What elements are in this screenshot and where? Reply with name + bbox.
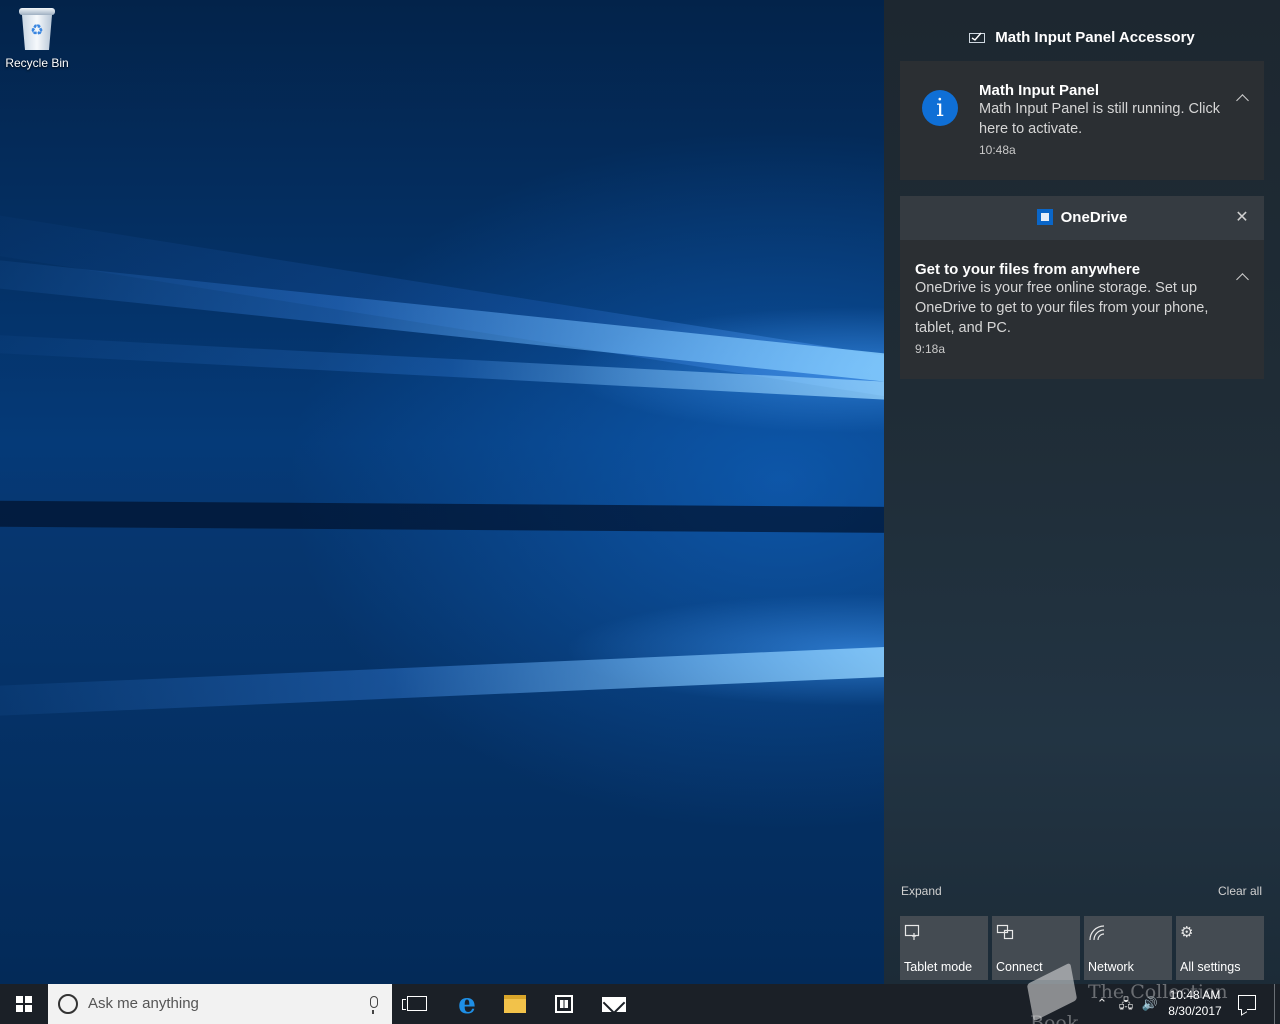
folder-icon [504, 995, 526, 1013]
collapse-chevron-icon[interactable] [1236, 270, 1250, 284]
store-button[interactable] [540, 984, 588, 1024]
watermark: The Collection Book [1026, 962, 1280, 1024]
recycle-bin-icon: ♻ [17, 6, 57, 52]
notification-group-title: Math Input Panel Accessory [884, 29, 1280, 46]
expand-button[interactable]: Expand [901, 884, 942, 898]
wallpaper-beam [0, 642, 1000, 720]
notification-group-header-onedrive: OneDrive ✕ [900, 196, 1264, 240]
recycle-bin-desktop-icon[interactable]: ♻ Recycle Bin [4, 6, 70, 70]
task-view-icon [402, 996, 427, 1011]
start-button[interactable] [0, 984, 48, 1024]
info-icon: i [922, 90, 958, 126]
file-explorer-button[interactable] [491, 984, 539, 1024]
search-placeholder: Ask me anything [88, 995, 199, 1012]
mail-icon [602, 997, 626, 1012]
network-button[interactable]: Network [1084, 916, 1172, 980]
tablet-mode-icon [904, 924, 920, 940]
search-box[interactable]: Ask me anything [48, 984, 392, 1024]
close-icon[interactable]: ✕ [1232, 196, 1252, 240]
quick-action-label: Tablet mode [904, 960, 973, 974]
desktop-icon-label: Recycle Bin [5, 56, 69, 70]
notification-body: OneDrive is your free online storage. Se… [915, 280, 1209, 336]
notification-onedrive[interactable]: Get to your files from anywhere OneDrive… [900, 240, 1264, 379]
notification-title: Get to your files from anywhere [915, 261, 1141, 278]
clear-all-button[interactable]: Clear all [1218, 884, 1262, 898]
edge-icon: e [458, 987, 476, 1020]
notification-time: 9:18a [915, 342, 946, 356]
math-input-panel-icon [969, 32, 986, 43]
edge-button[interactable]: e [443, 984, 491, 1024]
connect-icon [996, 924, 1014, 940]
wallpaper-beam [0, 500, 1001, 534]
notification-title: Math Input Panel [979, 82, 1099, 99]
notification-time: 10:48a [979, 143, 1016, 157]
microphone-icon[interactable] [370, 996, 378, 1014]
network-icon [1089, 925, 1105, 941]
collapse-chevron-icon[interactable] [1236, 91, 1250, 105]
action-center: Math Input Panel Accessory i Math Input … [884, 0, 1280, 984]
tablet-mode-button[interactable]: Tablet mode [900, 916, 988, 980]
onedrive-icon [1036, 209, 1053, 225]
notification-math-input-panel[interactable]: i Math Input Panel Math Input Panel is s… [900, 61, 1264, 180]
windows-logo-icon [16, 996, 32, 1012]
cortana-icon [58, 994, 78, 1014]
mail-button[interactable] [590, 984, 638, 1024]
task-view-button[interactable] [392, 984, 440, 1024]
all-settings-button[interactable]: ⚙ All settings [1176, 916, 1264, 980]
store-icon [555, 995, 573, 1013]
notification-body: Math Input Panel is still running. Click… [979, 101, 1220, 137]
gear-icon: ⚙ [1180, 924, 1194, 941]
